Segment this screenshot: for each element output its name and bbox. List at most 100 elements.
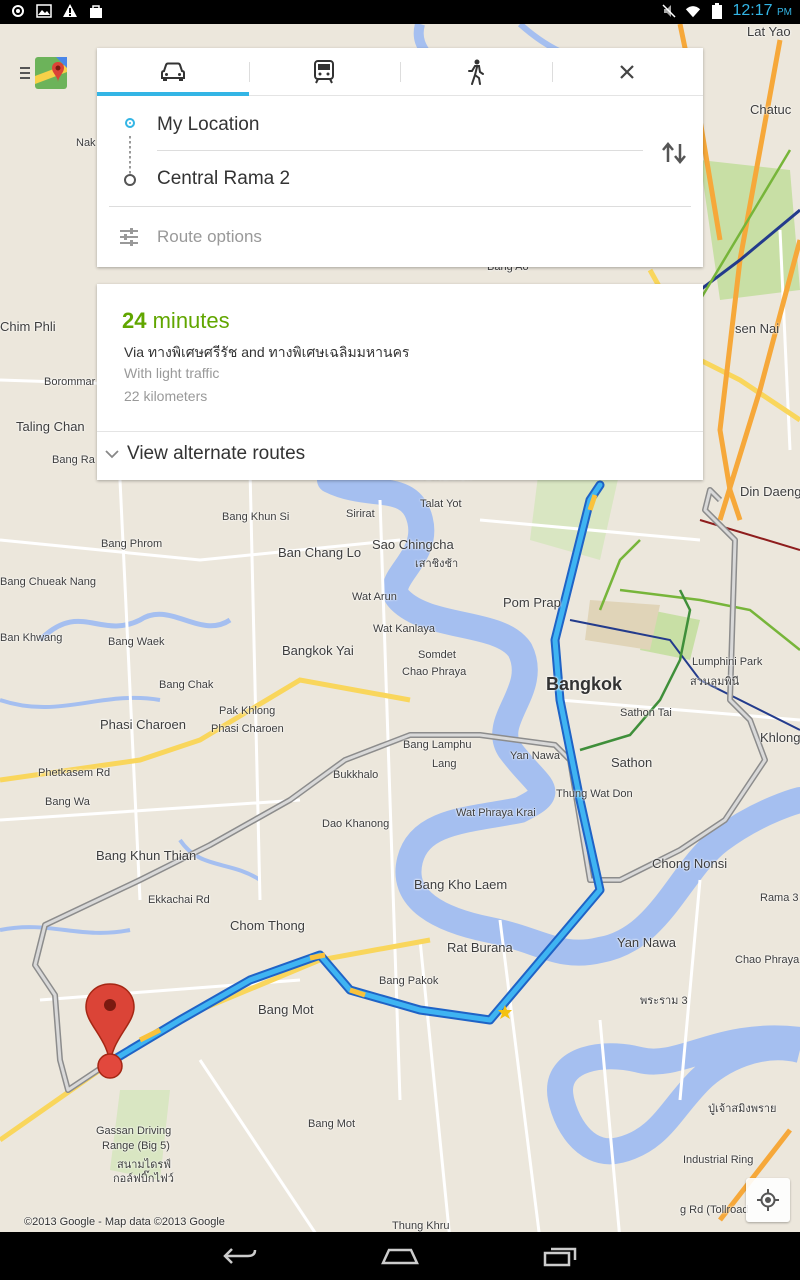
destination-pin-icon[interactable] [82,980,138,1080]
map-label: Borommar [44,376,96,388]
map-label: Lumphini Park [692,656,763,668]
map-label: Phetkasem Rd [38,767,111,779]
map-label: Chao Phraya [735,954,800,966]
divider [157,150,643,151]
tab-walking[interactable] [400,48,552,95]
recents-icon [543,1247,577,1267]
destination-field[interactable]: Central Rama 2 [157,168,643,190]
map-label: Bang Wa [45,796,90,808]
map-label: Chom Thong [230,918,305,933]
divider [97,431,703,432]
wifi-icon [685,3,701,19]
map-label: Pak Khlong [219,705,276,717]
home-icon [381,1248,419,1265]
map-label: Bangkok Yai [282,643,354,658]
view-alternate-routes-button[interactable]: View alternate routes [105,436,305,472]
recents-button[interactable] [525,1236,595,1276]
home-button[interactable] [365,1236,435,1276]
map-label: Bang Lamphu [403,739,472,751]
map-label: Yan Nawa [510,750,560,762]
tab-transit[interactable] [248,48,401,95]
app-drawer-button[interactable] [20,56,70,90]
map-label: Dao Khanong [322,818,390,830]
bag-icon [88,3,104,19]
map-label: Wat Arun [352,591,397,603]
map-label: Bang Chueak Nang [0,576,97,588]
map-label: กอล์ฟบิ๊กไฟว์ [113,1173,174,1185]
map-label: Bang Mot [308,1118,356,1130]
map-label: Phasi Charoen [100,717,186,732]
map-label: Din Daeng [740,484,800,499]
route-duration: 24 minutes [122,308,230,333]
map-label: Ban Chang Lo [278,545,362,560]
map-label: Gassan Driving [96,1125,172,1137]
directions-panel: My Location Central Rama 2 Route options [97,48,703,267]
sliders-icon [120,228,138,246]
traffic-status: With light traffic [124,365,220,381]
close-directions-button[interactable] [551,48,704,95]
map-label: Bang Ra [52,454,95,466]
map-label: Thung Wat Don [556,788,633,800]
warning-icon [62,3,78,19]
my-location-button[interactable] [746,1178,790,1222]
back-button[interactable] [205,1236,275,1276]
map-label: Somdet [418,649,456,661]
chevron-down-icon [105,450,119,459]
map-label: Bangkok [546,674,623,694]
map-label: Bukkhalo [333,769,379,781]
route-options-button[interactable]: Route options [119,218,262,256]
map-label: Ban Khwang [0,632,63,644]
alternate-routes-label: View alternate routes [127,443,306,464]
close-icon [620,64,635,79]
map-label: Nak [76,137,96,149]
mute-icon [661,3,677,19]
route-distance: 22 kilometers [124,388,208,404]
map-label: Wat Phraya Krai [456,807,536,819]
system-nav-bar [0,1232,800,1280]
map-label: Thung Khru [392,1220,450,1232]
my-location-icon [757,1189,779,1211]
map-label: Bang Khun Si [222,511,290,523]
clock: 12:17 PM [732,2,793,19]
map-label: Chatuc [750,102,792,117]
map-copyright: ©2013 Google - Map data ©2013 Google [24,1216,225,1228]
gallery-icon [36,3,52,19]
battery-icon [709,3,725,19]
map-label: พระราม 3 [640,995,688,1007]
location-icon [10,3,26,19]
map-label: Ekkachai Rd [148,894,210,906]
map-label: Range (Big 5) [102,1140,170,1152]
menu-icon [20,67,30,79]
map-label: Pom Prap [503,595,561,610]
origin-marker-icon [125,118,135,128]
map-label: Phasi Charoen [211,723,284,735]
destination-marker-icon [124,174,136,186]
walk-icon [467,59,484,85]
swap-locations-button[interactable] [657,136,691,170]
map-label: Bang Mot [258,1002,314,1017]
map-label: Chao Phraya [402,666,467,678]
map-label: ปู่เจ้าสมิงพราย [708,1103,777,1115]
map-label: Sathon [611,755,653,770]
map-label: สวนลุมพินี [690,676,740,688]
car-icon [160,62,185,81]
tab-driving[interactable] [97,48,249,96]
map-label: Khlong [760,730,800,745]
route-options-label: Route options [157,227,262,246]
transit-icon [314,59,335,83]
map-label: g Rd (Tollroad [680,1204,749,1216]
google-maps-logo-icon [35,57,67,89]
map-label: Bang Pakok [379,975,439,987]
map-label: Bang Khun Thian [96,848,197,863]
map-label: Talat Yot [420,498,462,510]
map-label: Yan Nawa [617,935,677,950]
map-label: Lang [432,758,457,770]
map-label: เสาชิงช้า [415,558,459,570]
origin-field[interactable]: My Location [157,114,643,136]
back-icon [223,1248,257,1264]
route-summary-card[interactable]: 24 minutes Via ทางพิเศษศรีรัช and ทางพิเ… [97,284,703,480]
route-via: Via ทางพิเศษศรีรัช and ทางพิเศษเฉลิมมหาน… [124,344,410,360]
swap-icon [662,142,686,164]
map-label: Sao Chingcha [372,537,454,552]
map-label: Chim Phli [0,319,56,334]
